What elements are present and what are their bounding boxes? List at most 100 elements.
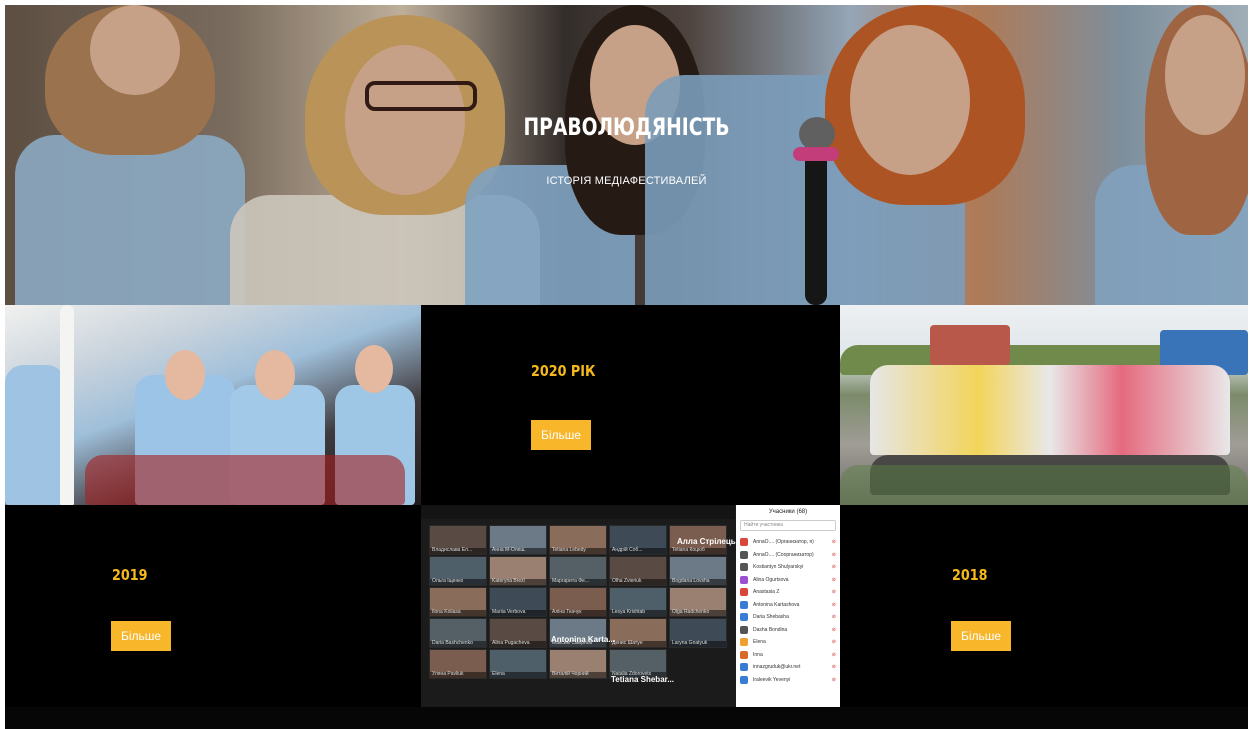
section-2019: 2019 Більше bbox=[5, 505, 421, 707]
video-tile: Ilona Koliasa bbox=[429, 587, 487, 617]
avatar bbox=[740, 575, 748, 584]
participant-label: Tetiana Shebar... bbox=[611, 675, 674, 684]
participants-search[interactable]: Найти участника bbox=[740, 520, 836, 531]
participant-name: Kostiantyn Shulyarskyi bbox=[753, 564, 804, 571]
year-heading: 2018 bbox=[952, 566, 988, 584]
participant-name: Antonina Kartashova bbox=[753, 601, 800, 608]
tile-name: Анна М-Олеш. bbox=[492, 547, 526, 553]
video-tile: Mariia Verbova bbox=[489, 587, 547, 617]
year-heading: 2019 bbox=[112, 566, 148, 584]
tile-name: Владислава Ел... bbox=[432, 547, 473, 553]
photo-2019 bbox=[5, 305, 421, 505]
participant-label: Алла Стрілець bbox=[677, 537, 736, 546]
participants-header: Учасники (68) bbox=[768, 509, 808, 515]
mic-muted-icon: ⊘ bbox=[831, 589, 836, 596]
tile-name: Виталій Чорний bbox=[552, 671, 589, 677]
more-button[interactable]: Більше bbox=[111, 621, 171, 651]
photo-shape bbox=[5, 365, 65, 505]
participant-row[interactable]: Daria Shebasha ⊘ bbox=[736, 611, 840, 624]
hero-subtitle: ІСТОРІЯ МЕДІАФЕСТИВАЛЕЙ bbox=[546, 175, 707, 187]
video-tile: Daria Bashchenko bbox=[429, 618, 487, 648]
participant-row[interactable]: Alina Ogurtsova ⊘ bbox=[736, 574, 840, 587]
mic-muted-icon: ⊘ bbox=[831, 551, 836, 558]
participant-name: Elena bbox=[753, 639, 766, 646]
participant-name: AnnaO.... (Организатор, я) bbox=[753, 539, 814, 546]
mic-muted-icon: ⊘ bbox=[831, 664, 836, 671]
avatar bbox=[740, 600, 748, 609]
participant-row[interactable]: Inna ⊘ bbox=[736, 649, 840, 662]
mic-muted-icon: ⊘ bbox=[831, 639, 836, 646]
photo-shape bbox=[60, 305, 74, 505]
video-tile: Lesya Krishtab bbox=[609, 587, 667, 617]
footer-bar bbox=[5, 707, 1248, 729]
participant-name: AnnaO.... (Соорганизатор) bbox=[753, 551, 814, 558]
video-tile: Alina Pugacheva bbox=[489, 618, 547, 648]
tile-name: Денис Шатун bbox=[612, 640, 643, 646]
photo-shape bbox=[930, 325, 1010, 365]
participant-row[interactable]: Antonina Kartashova ⊘ bbox=[736, 599, 840, 612]
video-tile: Денис Шатун bbox=[609, 618, 667, 648]
video-tile: Аліна Ткачук bbox=[549, 587, 607, 617]
participant-row[interactable]: AnnaO.... (Организатор, я) ⊘ bbox=[736, 536, 840, 549]
participant-name: Alina Ogurtsova bbox=[753, 576, 789, 583]
participant-row[interactable]: innazgruduk@ukr.net ⊘ bbox=[736, 661, 840, 674]
tile-name: Bogdana Lovsha bbox=[672, 578, 710, 584]
hero-title: ПРАВОЛЮДЯНІСТЬ bbox=[523, 113, 730, 141]
tile-name: Elena bbox=[492, 671, 505, 677]
tile-name: Mariia Verbova bbox=[492, 609, 526, 615]
participant-row[interactable]: Anastasia Z ⊘ bbox=[736, 586, 840, 599]
mic-muted-icon: ⊘ bbox=[831, 614, 836, 621]
video-tile: Kateryna Brezl bbox=[489, 556, 547, 586]
participant-name: Anastasia Z bbox=[753, 589, 780, 596]
hero-banner: ПРАВОЛЮДЯНІСТЬ ІСТОРІЯ МЕДІАФЕСТИВАЛЕЙ bbox=[5, 5, 1248, 305]
tile-name: Tetiana Коцюб bbox=[672, 547, 705, 553]
participant-row[interactable]: Dasha Bondina ⊘ bbox=[736, 624, 840, 637]
tile-name: Аліна Ткачук bbox=[552, 609, 582, 615]
video-tile: Анна М-Олеш. bbox=[489, 525, 547, 555]
avatar bbox=[740, 638, 748, 647]
mic-muted-icon: ⊘ bbox=[831, 564, 836, 571]
participants-panel: Учасники (68) Найти участника AnnaO.... … bbox=[736, 505, 840, 707]
tile-name: Ольга Іщенко bbox=[432, 578, 464, 584]
video-tile: Bogdana Lovsha bbox=[669, 556, 727, 586]
avatar bbox=[740, 563, 748, 572]
photo-shape bbox=[255, 350, 295, 400]
photo-shape bbox=[840, 465, 1248, 505]
participant-name: Inna bbox=[753, 651, 763, 658]
participant-name: innazgruduk@ukr.net bbox=[753, 664, 801, 671]
participant-row[interactable]: Kostiantyn Shulyarskyi ⊘ bbox=[736, 561, 840, 574]
photo-shape bbox=[355, 345, 393, 393]
section-2020: 2020 РІК Більше bbox=[421, 305, 840, 505]
photo-2018 bbox=[840, 305, 1248, 505]
mic-muted-icon: ⊘ bbox=[831, 651, 836, 658]
tile-name: Tetiana Lebedy bbox=[552, 547, 586, 553]
more-button[interactable]: Більше bbox=[531, 420, 591, 450]
participant-row[interactable]: Elena ⊘ bbox=[736, 636, 840, 649]
video-tile: Андрій Соб... bbox=[609, 525, 667, 555]
avatar bbox=[740, 650, 748, 659]
video-tile: Владислава Ел... bbox=[429, 525, 487, 555]
more-button[interactable]: Більше bbox=[951, 621, 1011, 651]
tile-name: Андрій Соб... bbox=[612, 547, 643, 553]
video-tile: Уляна Pavliuk bbox=[429, 649, 487, 679]
avatar bbox=[740, 550, 748, 559]
zoom-screenshot: Владислава Ел... Анна М-Олеш. Tetiana Lebe… bbox=[421, 505, 840, 707]
participant-name: Dasha Bondina bbox=[753, 626, 788, 633]
participant-name: Daria Shebasha bbox=[753, 614, 789, 621]
tile-name: Kateryna Brezl bbox=[492, 578, 525, 584]
mic-muted-icon: ⊘ bbox=[831, 576, 836, 583]
photo-shape bbox=[85, 455, 405, 505]
participant-row[interactable]: Iraleevik Yevenyi ⊘ bbox=[736, 674, 840, 687]
participant-row[interactable]: AnnaO.... (Соорганизатор) ⊘ bbox=[736, 549, 840, 562]
avatar bbox=[740, 625, 748, 634]
avatar bbox=[740, 613, 748, 622]
tile-name: Olga Radchenko bbox=[672, 609, 710, 615]
tile-name: Olha Zvieriuk bbox=[612, 578, 642, 584]
section-2018: 2018 Більше bbox=[840, 505, 1248, 707]
tile-name: Lesya Krishtab bbox=[612, 609, 646, 615]
photo-shape bbox=[870, 365, 1230, 455]
avatar bbox=[740, 538, 748, 547]
mic-muted-icon: ⊘ bbox=[831, 626, 836, 633]
video-tile: Elena bbox=[489, 649, 547, 679]
video-tile: Tetiana Lebedy bbox=[549, 525, 607, 555]
